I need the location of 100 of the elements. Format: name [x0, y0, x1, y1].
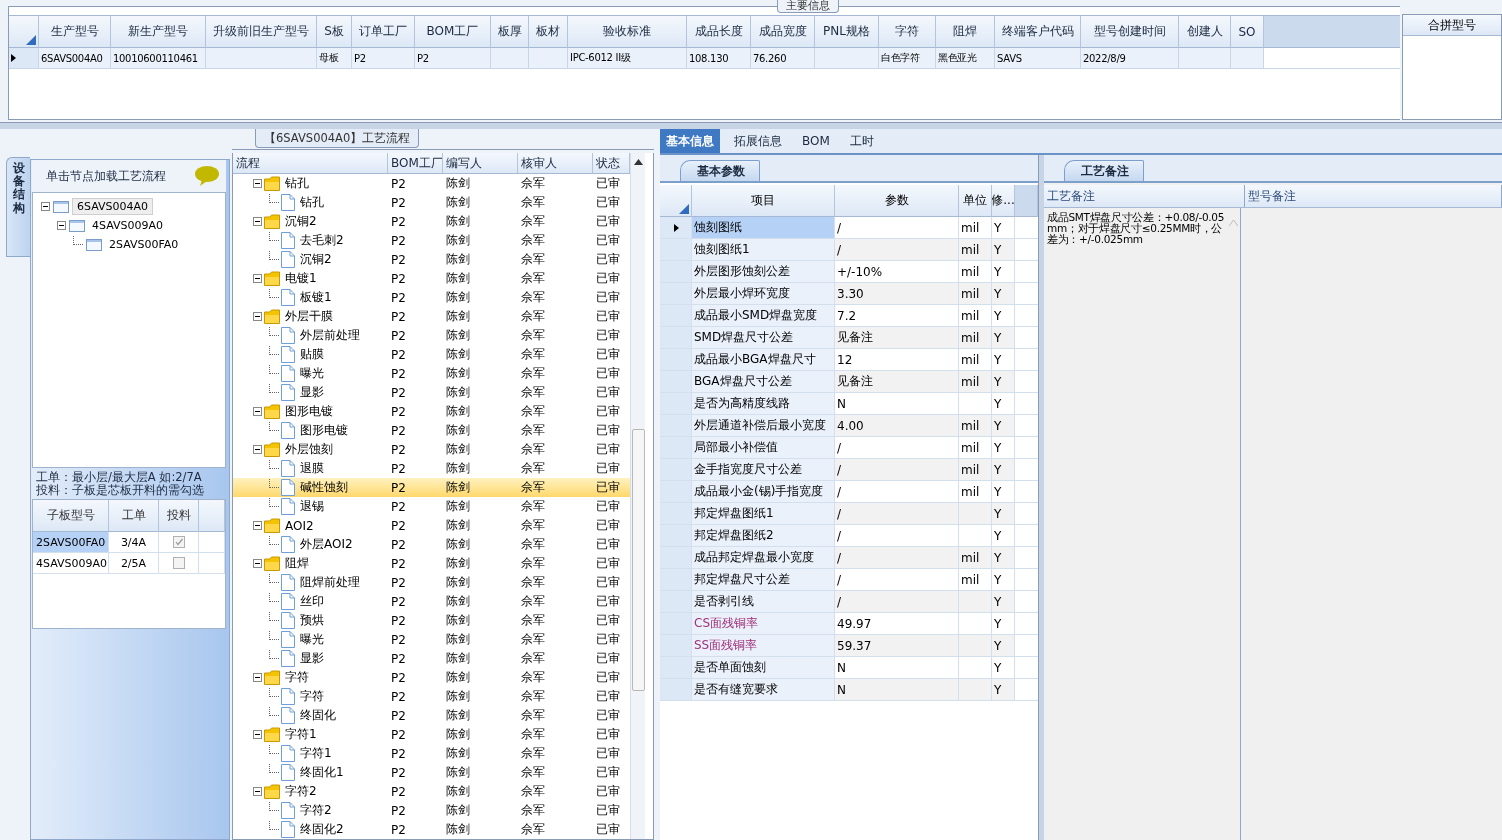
tree-item[interactable]: 6SAVS004A0 [72, 198, 154, 215]
tree-row[interactable]: 退膜 P2 陈剑 佘军 已审 [233, 459, 630, 478]
column-header[interactable]: SO [1231, 16, 1264, 48]
checkbox[interactable] [172, 557, 185, 569]
tree-row[interactable]: 图形电镀 P2 陈剑 佘军 已审 [233, 421, 630, 440]
tree-row[interactable]: 去毛刺2 P2 陈剑 佘军 已审 [233, 231, 630, 250]
table-cell[interactable]: 4SAVS009A0 [36, 556, 108, 570]
table-cell[interactable]: 局部最小补偿值 [694, 439, 778, 456]
tree-row[interactable]: 外层AOI2 P2 陈剑 佘军 已审 [233, 535, 630, 554]
column-header[interactable]: 工单 [109, 500, 159, 532]
side-tab[interactable]: 设备结构 [6, 157, 30, 257]
tree-row[interactable]: 外层干膜 P2 陈剑 佘军 已审 [233, 307, 630, 326]
table-cell[interactable]: 外层图形蚀刻公差 [694, 263, 790, 280]
tree-row[interactable]: 阻焊前处理 P2 陈剑 佘军 已审 [233, 573, 630, 592]
column-header[interactable]: 子板型号 [33, 500, 109, 532]
column-header[interactable]: 型号备注 [1245, 185, 1502, 207]
tree-row[interactable]: 钻孔 P2 陈剑 佘军 已审 [233, 193, 630, 212]
table-cell[interactable]: 成品最小BGA焊盘尺寸 [694, 351, 816, 368]
table-cell[interactable]: 2SAVS00FA0 [36, 535, 106, 549]
table-cell[interactable]: 是否单面蚀刻 [694, 659, 766, 676]
table-cell[interactable]: SMD焊盘尺寸公差 [694, 329, 794, 346]
tree-row[interactable]: 外层前处理 P2 陈剑 佘军 已审 [233, 326, 630, 345]
column-header[interactable]: 订单工厂 [352, 16, 415, 48]
tree-row[interactable]: 曝光 P2 陈剑 佘军 已审 [233, 630, 630, 649]
table-cell[interactable]: 成品邦定焊盘最小宽度 [694, 549, 814, 566]
column-header[interactable]: PNL规格 [815, 16, 879, 48]
scrollbar[interactable] [630, 153, 645, 839]
tab[interactable]: 工时 [843, 129, 880, 153]
table-cell[interactable]: CS面残铜率 [694, 615, 758, 632]
column-header[interactable]: 板材 [529, 16, 568, 48]
tree-row[interactable]: 终固化 P2 陈剑 佘军 已审 [233, 706, 630, 725]
column-header[interactable]: 参数 [835, 185, 959, 217]
table-cell[interactable]: SS面残铜率 [694, 637, 758, 654]
column-header[interactable]: 成品长度 [687, 16, 751, 48]
table-cell[interactable]: 成品最小金(锡)手指宽度 [694, 483, 824, 500]
column-header[interactable]: 终端客户代码 [995, 16, 1081, 48]
column-header[interactable]: 编写人 [443, 153, 518, 173]
table-cell[interactable]: 邦定焊盘图纸2 [694, 527, 774, 544]
table-cell[interactable]: 是否为高精度线路 [694, 395, 790, 412]
tree-row[interactable]: 贴膜 P2 陈剑 佘军 已审 [233, 345, 630, 364]
column-header[interactable]: 创建人 [1179, 16, 1231, 48]
tree-row[interactable]: 沉铜2 P2 陈剑 佘军 已审 [233, 212, 630, 231]
tree-row[interactable]: 字符1 P2 陈剑 佘军 已审 [233, 744, 630, 763]
column-header[interactable]: 阻焊 [936, 16, 995, 48]
column-header[interactable]: 成品宽度 [751, 16, 815, 48]
tree-row[interactable]: 图形电镀 P2 陈剑 佘军 已审 [233, 402, 630, 421]
tab[interactable]: 基本参数 [680, 160, 760, 181]
table-cell[interactable]: 蚀刻图纸 [694, 219, 742, 236]
column-header[interactable]: 流程 [233, 153, 388, 173]
tab[interactable]: 工艺备注 [1064, 160, 1144, 181]
tree-row[interactable]: 电镀1 P2 陈剑 佘军 已审 [233, 269, 630, 288]
column-header[interactable]: 字符 [879, 16, 936, 48]
tree-item[interactable]: 2SAVS00FA0 [105, 237, 183, 252]
tree-row[interactable]: 字符1 P2 陈剑 佘军 已审 [233, 725, 630, 744]
column-header[interactable]: 项目 [692, 185, 835, 217]
table-cell[interactable]: 邦定焊盘尺寸公差 [694, 571, 790, 588]
table-cell[interactable]: 是否剥引线 [694, 593, 754, 610]
column-header[interactable]: 新生产型号 [111, 16, 206, 48]
column-header[interactable]: 核审人 [518, 153, 593, 173]
tree-row[interactable]: 钻孔 P2 陈剑 佘军 已审 [233, 174, 630, 193]
tree-row[interactable]: 阻焊 P2 陈剑 佘军 已审 [233, 554, 630, 573]
tree-row[interactable]: 板镀1 P2 陈剑 佘军 已审 [233, 288, 630, 307]
column-header[interactable]: 生产型号 [39, 16, 111, 48]
tree-row[interactable]: 碱性蚀刻 P2 陈剑 佘军 已审 [233, 478, 630, 497]
tree-row[interactable]: 预烘 P2 陈剑 佘军 已审 [233, 611, 630, 630]
tree-row[interactable]: 字符2 P2 陈剑 佘军 已审 [233, 782, 630, 801]
column-header[interactable]: 合拼型号 [1403, 15, 1501, 36]
column-header[interactable]: 验收标准 [568, 16, 687, 48]
table-cell[interactable]: 是否有缝宽要求 [694, 681, 778, 698]
tree-row[interactable]: 显影 P2 陈剑 佘军 已审 [233, 649, 630, 668]
tree-row[interactable]: 终固化1 P2 陈剑 佘军 已审 [233, 763, 630, 782]
table-cell[interactable]: 外层通道补偿后最小宽度 [694, 417, 826, 434]
tree-row[interactable]: 丝印 P2 陈剑 佘军 已审 [233, 592, 630, 611]
column-header[interactable]: BOM工厂 [388, 153, 443, 173]
tree-row[interactable]: 显影 P2 陈剑 佘军 已审 [233, 383, 630, 402]
tree-item[interactable]: 4SAVS009A0 [88, 218, 168, 233]
tree-row[interactable]: 曝光 P2 陈剑 佘军 已审 [233, 364, 630, 383]
table-cell[interactable]: 金手指宽度尺寸公差 [694, 461, 802, 478]
column-header[interactable]: S板 [317, 16, 352, 48]
table-cell[interactable]: 外层最小焊环宽度 [694, 285, 790, 302]
table-cell[interactable]: 成品最小SMD焊盘宽度 [694, 307, 818, 324]
tree-row[interactable]: 终固化2 P2 陈剑 佘军 已审 [233, 820, 630, 839]
column-header[interactable]: 型号创建时间 [1081, 16, 1179, 48]
column-header[interactable]: 投料 [159, 500, 199, 532]
column-header[interactable]: 单位 [959, 185, 992, 217]
tree-row[interactable]: 退锡 P2 陈剑 佘军 已审 [233, 497, 630, 516]
table-cell[interactable]: 邦定焊盘图纸1 [694, 505, 774, 522]
column-header[interactable]: 工艺备注 [1044, 185, 1245, 207]
column-header[interactable]: 修... [992, 185, 1015, 217]
column-header[interactable]: 升级前旧生产型号 [206, 16, 317, 48]
column-header[interactable]: 板厚 [491, 16, 529, 48]
tab[interactable]: 基本信息 [660, 129, 720, 153]
table-cell[interactable]: 蚀刻图纸1 [694, 241, 750, 258]
table-cell[interactable]: BGA焊盘尺寸公差 [694, 373, 792, 390]
tree-row[interactable]: 字符2 P2 陈剑 佘军 已审 [233, 801, 630, 820]
tree-row[interactable]: 字符 P2 陈剑 佘军 已审 [233, 668, 630, 687]
tab[interactable]: 拓展信息 [728, 129, 788, 153]
tree-row[interactable]: 字符 P2 陈剑 佘军 已审 [233, 687, 630, 706]
checkbox[interactable] [172, 536, 185, 548]
tree-row[interactable]: AOI2 P2 陈剑 佘军 已审 [233, 516, 630, 535]
